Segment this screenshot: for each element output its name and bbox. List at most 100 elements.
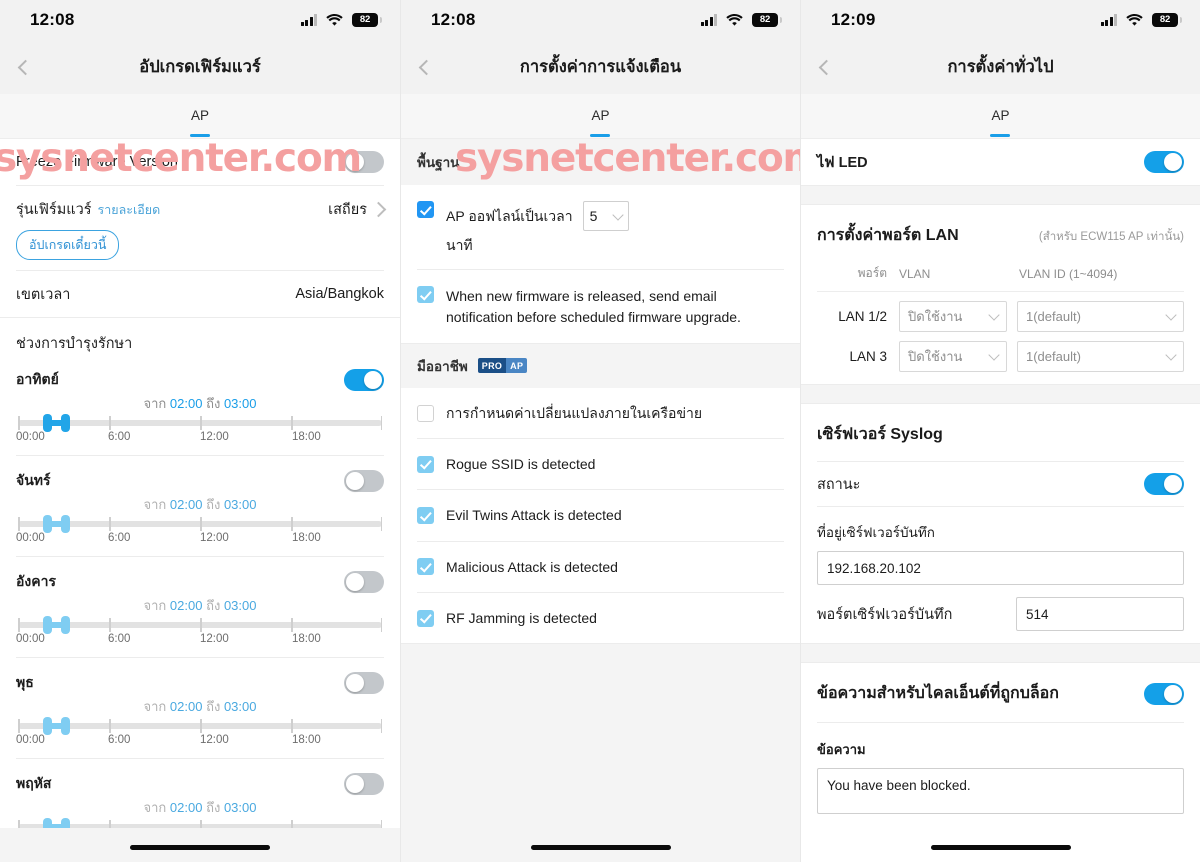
maintenance-day-slider[interactable] — [18, 717, 382, 735]
chevron-left-icon[interactable] — [815, 56, 837, 78]
slider-scale-label: 00:00 — [16, 431, 45, 443]
pro-item-checkbox[interactable] — [417, 455, 434, 473]
syslog-status-toggle[interactable] — [1144, 473, 1184, 495]
maintenance-day-slider[interactable] — [18, 414, 382, 432]
slider-handle-end[interactable] — [60, 515, 70, 533]
led-toggle[interactable] — [1144, 151, 1184, 173]
cellular-signal-icon — [300, 14, 317, 26]
maintenance-day-time: จาก 02:00 ถึง 03:00 — [16, 393, 384, 414]
cellular-signal-icon — [700, 14, 717, 26]
timezone-row[interactable]: เขตเวลา Asia/Bangkok — [0, 271, 400, 317]
phone-screen-firmware-upgrade: 12:08 82 อัปเกรดเฟิร์มแวร์ AP sysnetcent… — [0, 0, 400, 862]
ap-offline-checkbox[interactable] — [417, 201, 434, 218]
ap-offline-row[interactable]: AP ออฟไลน์เป็นเวลา 5 นาที — [401, 185, 800, 270]
maintenance-day-row: อาทิตย์ จาก 02:00 ถึง 03:00 00:00 6:00 12:00… — [0, 355, 400, 455]
syslog-server-input[interactable]: 192.168.20.102 — [817, 551, 1184, 585]
slider-handle-start[interactable] — [43, 616, 53, 634]
pro-item-row[interactable]: Evil Twins Attack is detected — [401, 490, 800, 541]
pro-item-checkbox[interactable] — [417, 404, 434, 422]
pro-item-row[interactable]: RF Jamming is detected — [401, 593, 800, 644]
lan-row-port: LAN 3 — [849, 349, 887, 364]
maintenance-day-toggle[interactable] — [344, 773, 384, 795]
pro-item-checkbox[interactable] — [417, 609, 434, 627]
toggle-knob — [1164, 684, 1182, 703]
battery-level: 82 — [759, 14, 771, 26]
maintenance-day-toggle[interactable] — [344, 470, 384, 492]
pro-item-row[interactable]: การกำหนดค่าเปลี่ยนแปลงภายในเครือข่าย — [401, 387, 800, 439]
syslog-port-row: พอร์ตเซิร์ฟเวอร์บันทึก 514 — [801, 585, 1200, 643]
maintenance-day-slider[interactable] — [18, 616, 382, 634]
from-label: จาก — [143, 497, 167, 512]
firmware-email-row[interactable]: When new firmware is released, send emai… — [401, 270, 800, 343]
maintenance-day-toggle[interactable] — [344, 672, 384, 694]
lan-row-vlan-select[interactable]: ปิดใช้งาน — [899, 301, 1007, 332]
battery-icon: 82 — [352, 13, 382, 27]
lan-row-vlan-select[interactable]: ปิดใช้งาน — [899, 341, 1007, 372]
maintenance-day-row: อังคาร จาก 02:00 ถึง 03:00 00:00 6:00 12:00 1… — [0, 557, 400, 657]
upgrade-now-button[interactable]: อัปเกรดเดี๋ยวนี้ — [16, 230, 120, 260]
tab-ap[interactable]: AP — [189, 108, 210, 137]
maintenance-day-toggle[interactable] — [344, 571, 384, 593]
pro-item-row[interactable]: Malicious Attack is detected — [401, 541, 800, 593]
slider-scale-label: 12:00 — [200, 532, 229, 544]
blocked-message-toggle[interactable] — [1144, 682, 1184, 705]
firmware-email-checkbox[interactable] — [417, 286, 434, 304]
maintenance-day-toggle[interactable] — [344, 369, 384, 391]
ap-offline-minutes-value: 5 — [589, 208, 598, 224]
slider-scale-label: 12:00 — [200, 431, 229, 443]
slider-handle-end[interactable] — [60, 616, 70, 634]
freeze-firmware-toggle[interactable] — [344, 151, 384, 173]
ap-offline-minutes-select[interactable]: 5 — [582, 201, 629, 231]
syslog-status-row[interactable]: สถานะ — [801, 462, 1200, 506]
lan-row-vlan-value: ปิดใช้งาน — [908, 349, 963, 364]
slider-scale-label: 6:00 — [108, 734, 131, 746]
status-bar: 12:08 82 — [0, 0, 400, 40]
page-title: การตั้งค่าการแจ้งเตือน — [519, 58, 682, 76]
led-row[interactable]: ไฟ LED — [801, 139, 1200, 185]
slider-handle-end[interactable] — [60, 414, 70, 432]
chevron-down-icon — [988, 349, 1000, 361]
to-label: ถึง — [206, 497, 221, 512]
chevron-down-icon — [611, 208, 624, 221]
chevron-left-icon[interactable] — [14, 56, 36, 78]
pro-section-title: มืออาชีพ — [417, 358, 468, 374]
wifi-icon — [726, 13, 743, 27]
chevron-left-icon[interactable] — [415, 56, 437, 78]
pro-item-row[interactable]: Rogue SSID is detected — [401, 439, 800, 490]
lan-section-header: การตั้งค่าพอร์ต LAN (สำหรับ ECW115 AP เท… — [801, 205, 1200, 260]
firmware-detail-link[interactable]: รายละเอียด — [98, 200, 161, 220]
lan-row-vlanid-value: 1(default) — [1026, 309, 1081, 324]
lan-table-header: พอร์ต VLAN VLAN ID (1~4094) — [817, 260, 1184, 292]
slider-handle-start[interactable] — [43, 717, 53, 735]
lan-row-vlanid-select[interactable]: 1(default) — [1017, 341, 1184, 372]
syslog-server-field: ที่อยู่เซิร์ฟเวอร์บันทึก 192.168.20.102 — [801, 507, 1200, 585]
tab-ap[interactable]: AP — [990, 108, 1011, 137]
slider-tick — [380, 618, 382, 632]
slider-tick — [18, 517, 20, 531]
pro-item-checkbox[interactable] — [417, 507, 434, 525]
timezone-label: เขตเวลา — [16, 286, 71, 303]
lan-header-port: พอร์ต — [857, 266, 887, 280]
slider-handle-end[interactable] — [60, 717, 70, 735]
maintenance-day-slider[interactable] — [18, 515, 382, 533]
maintenance-day-name: อังคาร — [16, 573, 56, 589]
to-time: 03:00 — [223, 800, 257, 815]
lan-header-vlan: VLAN — [899, 266, 931, 281]
battery-icon: 82 — [1152, 13, 1182, 27]
slider-scale-label: 00:00 — [16, 532, 45, 544]
slider-handle-start[interactable] — [43, 515, 53, 533]
phone-screen-notification-settings: 12:08 82 การตั้งค่าการแจ้งเตือน AP sysne… — [400, 0, 800, 862]
lan-row-vlanid-select[interactable]: 1(default) — [1017, 301, 1184, 332]
syslog-port-input[interactable]: 514 — [1016, 597, 1184, 631]
pro-item-label: Rogue SSID is detected — [446, 456, 596, 473]
blocked-message-input[interactable]: You have been blocked. — [817, 768, 1184, 814]
freeze-firmware-row[interactable]: Freeze Firmware Version — [0, 139, 400, 185]
lan-row-vlan-value: ปิดใช้งาน — [908, 309, 963, 324]
toggle-knob — [1164, 153, 1182, 171]
basic-section-title: พื้นฐาน — [417, 155, 460, 170]
tab-ap[interactable]: AP — [590, 108, 611, 137]
slider-handle-start[interactable] — [43, 414, 53, 432]
syslog-section-title: เซิร์ฟเวอร์ Syslog — [817, 426, 943, 443]
pro-item-checkbox[interactable] — [417, 558, 434, 576]
chevron-right-icon[interactable] — [370, 201, 387, 218]
